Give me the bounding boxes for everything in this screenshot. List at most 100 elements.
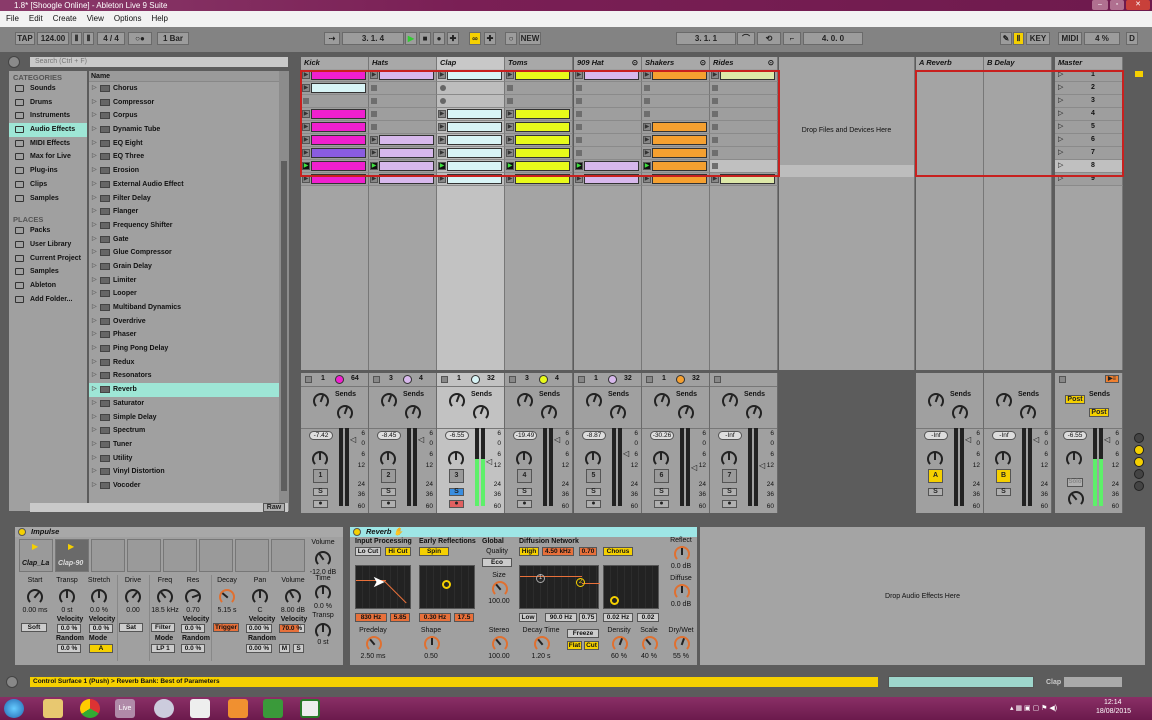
clip[interactable] [515,109,570,119]
clip[interactable] [515,122,570,132]
track-activator-button[interactable]: 4 [517,469,532,483]
chorus-display[interactable] [603,565,659,609]
scene-3[interactable]: ▷ 3 [1055,95,1123,108]
expand-arrow-icon[interactable]: ▷ [92,342,97,356]
track-empty-area[interactable] [916,69,984,370]
arm-button[interactable]: ● [381,500,396,508]
track-empty-area[interactable] [437,186,505,370]
predelay-knob[interactable] [366,636,382,652]
clip-launch-button[interactable]: ▶ [711,175,719,183]
nudge-up[interactable]: ⦀ [83,32,94,45]
sample-play-icon[interactable]: ▶ [68,542,74,551]
clip-playing-icon[interactable]: ▶ [575,162,583,170]
clip[interactable] [720,174,775,184]
volume-value[interactable]: -30.26 [650,431,674,440]
clip-slot[interactable]: ▶ [301,121,369,134]
freq-knob[interactable] [157,589,173,605]
res-knob[interactable] [185,589,201,605]
sample-slot[interactable] [235,539,269,572]
stop-button[interactable] [576,124,582,130]
track-empty-area[interactable] [984,69,1052,370]
place-add-folder-[interactable]: Add Folder... [9,293,87,307]
trigger-button[interactable]: Trigger [213,623,239,632]
clip-launch-button[interactable]: ▶ [370,136,378,144]
track-activator[interactable] [305,376,312,383]
clip-slot[interactable] [505,82,573,95]
session-record-button[interactable]: ○ [505,32,517,45]
clip-slot[interactable]: ▶ [505,108,573,121]
chorus-amount-field[interactable]: 0.02 [637,613,659,622]
volume-value[interactable]: -7.42 [309,431,333,440]
send-a-knob[interactable] [586,393,602,409]
solo-button[interactable]: S [313,488,328,496]
clip-slot[interactable] [710,147,778,160]
start-button[interactable] [4,699,24,718]
place-samples[interactable]: Samples [9,265,87,279]
arm-button[interactable]: ● [313,500,328,508]
browser-item[interactable]: ▷ Filter Delay [89,192,279,206]
track-header[interactable]: Master [1055,57,1123,69]
category-sounds[interactable]: Sounds [9,82,87,96]
tap-button[interactable]: TAP [15,32,35,45]
browser-item[interactable]: ▷ Corpus [89,109,279,123]
io-toggle-button[interactable] [1134,433,1144,443]
clip-slot[interactable] [369,95,437,108]
browser-item[interactable]: ▷ Glue Compressor [89,246,279,260]
node-2-handle[interactable]: 2 [576,578,585,587]
track-empty-area[interactable] [505,186,573,370]
er-freq-field[interactable]: 0.30 Hz [419,613,451,622]
expand-arrow-icon[interactable]: ▷ [92,452,97,466]
info-toggle-icon[interactable] [6,676,18,688]
browser-toggle-icon[interactable] [8,56,20,68]
volume-value[interactable]: -Inf [992,431,1016,440]
clip-launch-button[interactable]: ▶ [506,136,514,144]
send-b-knob[interactable] [473,405,489,421]
sample-slot[interactable] [127,539,161,572]
expand-arrow-icon[interactable]: ▷ [92,219,97,233]
scene-launch-icon[interactable]: ▷ [1058,96,1063,104]
clip-slot[interactable] [574,82,642,95]
er-handle[interactable] [442,580,451,589]
clip-launch-button[interactable]: ▶ [370,149,378,157]
clip[interactable] [515,135,570,145]
send-a-knob[interactable] [313,393,329,409]
filter-button[interactable]: Filter [151,623,175,632]
clip[interactable] [311,122,366,132]
cue-volume-knob[interactable] [1068,491,1084,507]
browser-item[interactable]: ▷ Vocoder [89,479,279,493]
draw-mode-button[interactable]: ✎ [1000,32,1012,45]
expand-arrow-icon[interactable]: ▷ [92,465,97,479]
volume-fader-triangle[interactable]: ◁ [623,449,629,458]
send-b-knob[interactable] [746,405,762,421]
clip-slot[interactable]: ▶ [710,69,778,82]
clip-slot[interactable]: ▶ [301,160,369,173]
early-reflections-display[interactable] [419,565,475,609]
clip[interactable] [447,174,502,184]
diffusion-display[interactable]: 12 [519,565,600,609]
transp2-knob[interactable] [315,623,331,639]
scene-1[interactable]: ▷ 1 [1055,69,1123,82]
track-header[interactable]: Shakers ⊙ [642,57,710,69]
chorus-rate-field[interactable]: 0.02 Hz [603,613,633,622]
clip-slot[interactable] [574,147,642,160]
expand-arrow-icon[interactable]: ▷ [92,192,97,206]
pan-knob[interactable] [380,451,396,467]
clip-slot[interactable]: ▶ [301,147,369,160]
volume-fader-triangle[interactable]: ◁ [691,463,697,472]
preview-bar[interactable] [30,503,288,512]
record-button[interactable] [440,98,446,104]
scene-launch-icon[interactable]: ▷ [1058,122,1063,130]
expand-arrow-icon[interactable]: ▷ [92,369,97,383]
media-icon[interactable] [154,699,174,718]
chrome-icon[interactable] [80,699,100,718]
track-header[interactable]: Rides ⊙ [710,57,778,69]
clip[interactable] [311,135,366,145]
clip-playing-icon[interactable]: ▶ [643,162,651,170]
solo-button[interactable]: S [381,488,396,496]
browser-item[interactable]: ▷ Vinyl Distortion [89,465,279,479]
browser-item[interactable]: ▷ Frequency Shifter [89,219,279,233]
clip[interactable] [447,161,502,171]
chorus-button[interactable]: Chorus [603,547,633,556]
browser-item[interactable]: ▷ Looper [89,287,279,301]
input-filter-display[interactable]: ➤ [355,565,411,609]
